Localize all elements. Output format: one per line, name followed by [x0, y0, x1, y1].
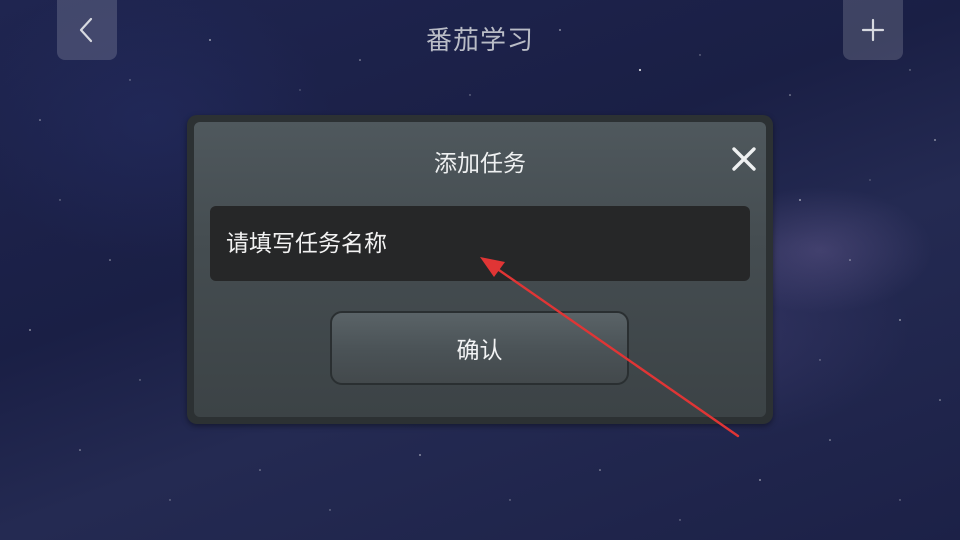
page-title: 番茄学习: [425, 26, 534, 56]
close-icon: [732, 147, 756, 171]
confirm-button[interactable]: 确认: [330, 311, 629, 385]
plus-icon: [861, 18, 885, 42]
task-name-input[interactable]: [210, 206, 750, 281]
add-task-button[interactable]: [843, 0, 903, 60]
add-task-dialog: 添加任务 确认: [187, 115, 773, 424]
dialog-body: 添加任务 确认: [194, 122, 766, 417]
dialog-title: 添加任务: [434, 151, 526, 177]
close-dialog-button[interactable]: [731, 146, 757, 172]
